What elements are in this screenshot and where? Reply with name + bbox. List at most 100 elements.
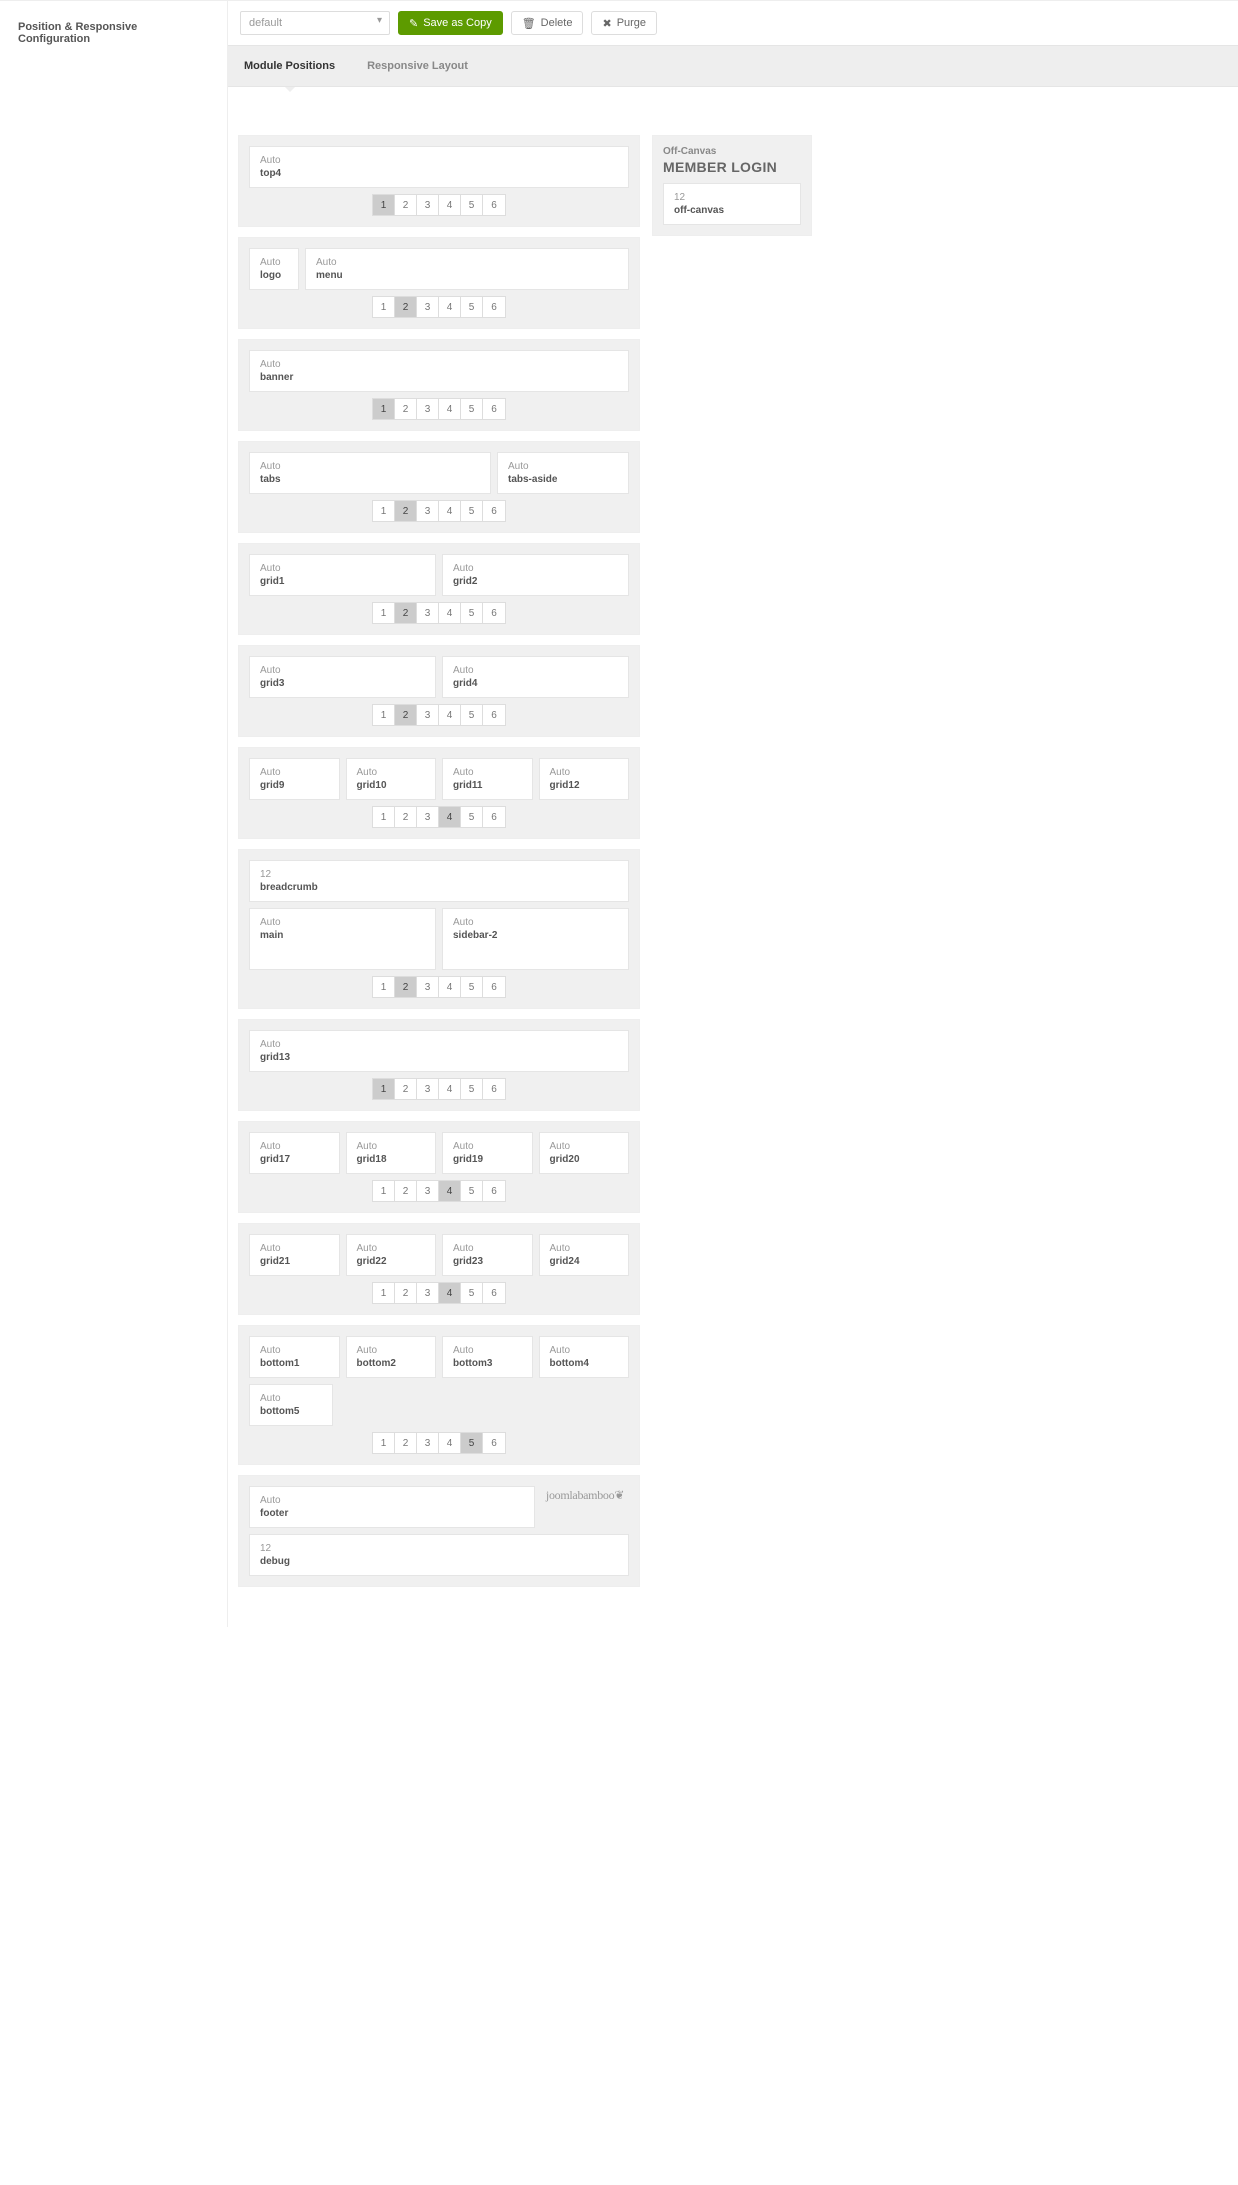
pager-3[interactable]: 3 xyxy=(417,807,439,827)
pager-2[interactable]: 2 xyxy=(395,195,417,215)
pager-4[interactable]: 4 xyxy=(439,1433,461,1453)
pager-3[interactable]: 3 xyxy=(417,195,439,215)
module-grid10[interactable]: Autogrid10 xyxy=(346,758,437,800)
pager-1[interactable]: 1 xyxy=(373,399,395,419)
tab-responsive-layout[interactable]: Responsive Layout xyxy=(351,46,484,86)
pager-4[interactable]: 4 xyxy=(439,807,461,827)
pager-2[interactable]: 2 xyxy=(395,603,417,623)
pager-4[interactable]: 4 xyxy=(439,297,461,317)
pager-5[interactable]: 5 xyxy=(461,501,483,521)
pager-2[interactable]: 2 xyxy=(395,1433,417,1453)
save-as-copy-button[interactable]: ✎ Save as Copy xyxy=(398,11,503,35)
pager-4[interactable]: 4 xyxy=(439,705,461,725)
module-grid2[interactable]: Autogrid2 xyxy=(442,554,629,596)
module-grid20[interactable]: Autogrid20 xyxy=(539,1132,630,1174)
module-grid13[interactable]: Autogrid13 xyxy=(249,1030,629,1072)
pager-6[interactable]: 6 xyxy=(483,195,505,215)
module-logo[interactable]: Autologo xyxy=(249,248,299,290)
module-grid12[interactable]: Autogrid12 xyxy=(539,758,630,800)
tab-module-positions[interactable]: Module Positions xyxy=(228,46,351,86)
module-tabs-aside[interactable]: Autotabs-aside xyxy=(497,452,629,494)
module-banner[interactable]: Autobanner xyxy=(249,350,629,392)
pager-1[interactable]: 1 xyxy=(373,807,395,827)
module-grid18[interactable]: Autogrid18 xyxy=(346,1132,437,1174)
pager-2[interactable]: 2 xyxy=(395,297,417,317)
pager-4[interactable]: 4 xyxy=(439,603,461,623)
pager-5[interactable]: 5 xyxy=(461,1079,483,1099)
pager-6[interactable]: 6 xyxy=(483,1283,505,1303)
module-bottom2[interactable]: Autobottom2 xyxy=(346,1336,437,1378)
module-footer[interactable]: Autofooter xyxy=(249,1486,535,1528)
pager-5[interactable]: 5 xyxy=(461,297,483,317)
module-grid21[interactable]: Autogrid21 xyxy=(249,1234,340,1276)
pager-3[interactable]: 3 xyxy=(417,1433,439,1453)
pager-5[interactable]: 5 xyxy=(461,1181,483,1201)
pager-5[interactable]: 5 xyxy=(461,1433,483,1453)
pager-5[interactable]: 5 xyxy=(461,399,483,419)
module-grid9[interactable]: Autogrid9 xyxy=(249,758,340,800)
pager-5[interactable]: 5 xyxy=(461,603,483,623)
module-bottom1[interactable]: Autobottom1 xyxy=(249,1336,340,1378)
module-grid3[interactable]: Autogrid3 xyxy=(249,656,436,698)
pager-1[interactable]: 1 xyxy=(373,1181,395,1201)
pager-6[interactable]: 6 xyxy=(483,977,505,997)
pager-2[interactable]: 2 xyxy=(395,1079,417,1099)
module-bottom3[interactable]: Autobottom3 xyxy=(442,1336,533,1378)
pager-1[interactable]: 1 xyxy=(373,501,395,521)
layout-select[interactable]: default xyxy=(240,11,390,35)
pager-6[interactable]: 6 xyxy=(483,399,505,419)
pager-4[interactable]: 4 xyxy=(439,501,461,521)
pager-3[interactable]: 3 xyxy=(417,977,439,997)
pager-1[interactable]: 1 xyxy=(373,1079,395,1099)
pager-1[interactable]: 1 xyxy=(373,297,395,317)
pager-2[interactable]: 2 xyxy=(395,1181,417,1201)
module-bottom5[interactable]: Autobottom5 xyxy=(249,1384,333,1426)
pager-6[interactable]: 6 xyxy=(483,297,505,317)
pager-6[interactable]: 6 xyxy=(483,501,505,521)
pager-3[interactable]: 3 xyxy=(417,1283,439,1303)
delete-button[interactable]: 🗑 Delete xyxy=(511,11,584,35)
module-grid22[interactable]: Autogrid22 xyxy=(346,1234,437,1276)
pager-1[interactable]: 1 xyxy=(373,1433,395,1453)
module-offcanvas[interactable]: 12 off-canvas xyxy=(663,183,801,225)
pager-5[interactable]: 5 xyxy=(461,195,483,215)
pager-1[interactable]: 1 xyxy=(373,977,395,997)
pager-3[interactable]: 3 xyxy=(417,399,439,419)
pager-4[interactable]: 4 xyxy=(439,1181,461,1201)
module-bottom4[interactable]: Autobottom4 xyxy=(539,1336,630,1378)
pager-4[interactable]: 4 xyxy=(439,195,461,215)
pager-6[interactable]: 6 xyxy=(483,1079,505,1099)
module-grid23[interactable]: Autogrid23 xyxy=(442,1234,533,1276)
pager-3[interactable]: 3 xyxy=(417,1181,439,1201)
pager-5[interactable]: 5 xyxy=(461,807,483,827)
purge-button[interactable]: ✖ Purge xyxy=(591,11,657,35)
pager-4[interactable]: 4 xyxy=(439,1283,461,1303)
module-sidebar-2[interactable]: Autosidebar-2 xyxy=(442,908,629,970)
module-grid17[interactable]: Autogrid17 xyxy=(249,1132,340,1174)
pager-5[interactable]: 5 xyxy=(461,1283,483,1303)
module-breadcrumb[interactable]: 12breadcrumb xyxy=(249,860,629,902)
pager-6[interactable]: 6 xyxy=(483,1433,505,1453)
module-debug[interactable]: 12debug xyxy=(249,1534,629,1576)
pager-4[interactable]: 4 xyxy=(439,977,461,997)
pager-6[interactable]: 6 xyxy=(483,807,505,827)
pager-1[interactable]: 1 xyxy=(373,705,395,725)
module-tabs[interactable]: Autotabs xyxy=(249,452,491,494)
pager-5[interactable]: 5 xyxy=(461,705,483,725)
pager-2[interactable]: 2 xyxy=(395,807,417,827)
module-main[interactable]: Automain xyxy=(249,908,436,970)
module-grid24[interactable]: Autogrid24 xyxy=(539,1234,630,1276)
module-grid11[interactable]: Autogrid11 xyxy=(442,758,533,800)
pager-3[interactable]: 3 xyxy=(417,603,439,623)
pager-6[interactable]: 6 xyxy=(483,1181,505,1201)
pager-1[interactable]: 1 xyxy=(373,603,395,623)
pager-2[interactable]: 2 xyxy=(395,501,417,521)
module-grid1[interactable]: Autogrid1 xyxy=(249,554,436,596)
pager-1[interactable]: 1 xyxy=(373,1283,395,1303)
pager-6[interactable]: 6 xyxy=(483,705,505,725)
pager-5[interactable]: 5 xyxy=(461,977,483,997)
pager-2[interactable]: 2 xyxy=(395,399,417,419)
pager-4[interactable]: 4 xyxy=(439,1079,461,1099)
pager-3[interactable]: 3 xyxy=(417,501,439,521)
pager-2[interactable]: 2 xyxy=(395,977,417,997)
